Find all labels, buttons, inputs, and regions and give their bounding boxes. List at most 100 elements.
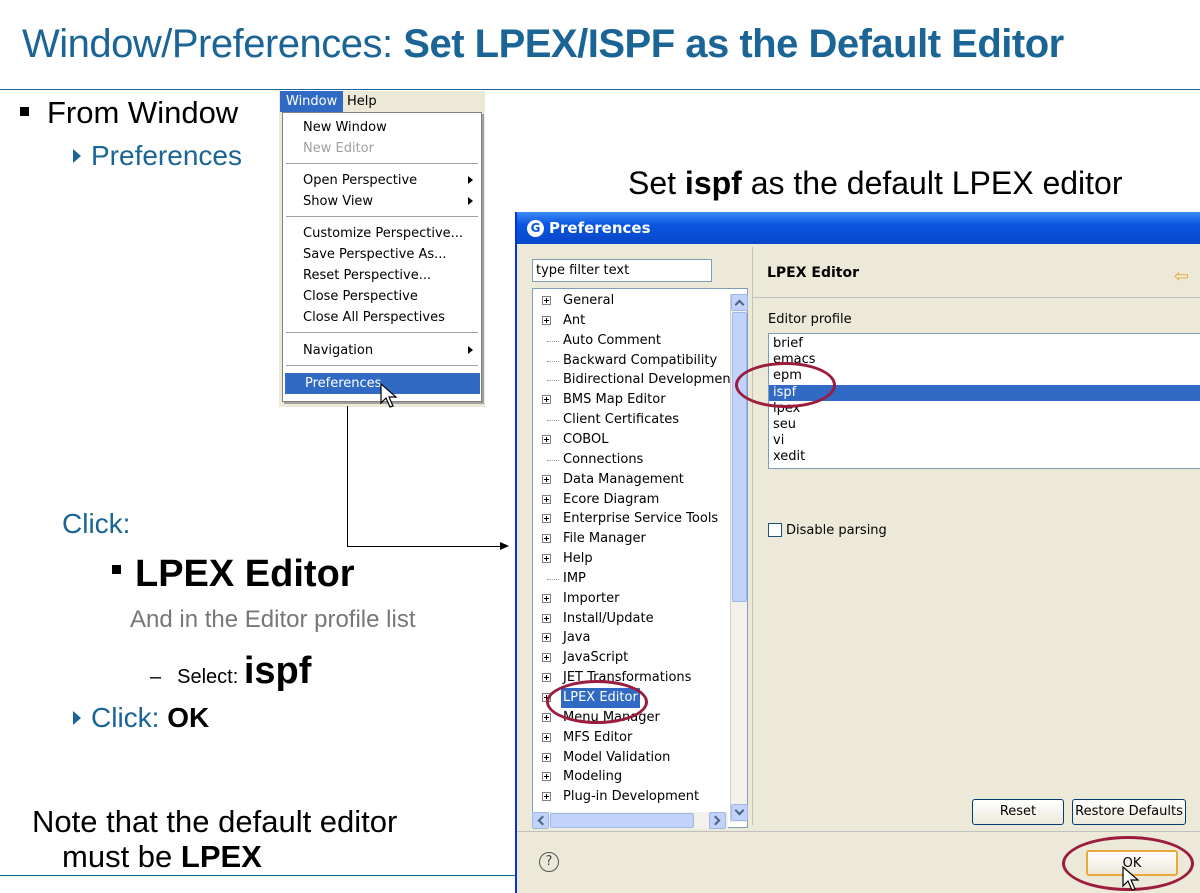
note-line-1: Note that the default editor <box>32 804 398 839</box>
scroll-thumb-horizontal[interactable] <box>550 813 694 828</box>
tree-item-label: IMP <box>563 570 586 586</box>
profile-item[interactable]: seu <box>769 417 1200 433</box>
checkbox-icon[interactable] <box>768 522 782 537</box>
profile-item[interactable]: brief <box>769 336 1200 352</box>
menu-item-open-perspective[interactable]: Open Perspective <box>283 170 481 191</box>
scroll-down-button[interactable] <box>731 804 748 821</box>
tree-item-label: BMS Map Editor <box>563 392 666 408</box>
chevron-left-icon <box>537 815 548 826</box>
expand-plus-icon[interactable] <box>542 395 551 405</box>
bullet-from-window-text: From Window <box>47 95 239 130</box>
expand-plus-icon[interactable] <box>542 514 551 524</box>
caption-prefix: Set <box>628 165 685 201</box>
profile-item[interactable]: emacs <box>769 352 1200 368</box>
menu-separator <box>286 365 478 367</box>
restore-defaults-button[interactable]: Restore Defaults <box>1072 799 1186 825</box>
menu-item-label: Navigation <box>303 343 374 358</box>
page-title: LPEX Editor <box>767 265 860 281</box>
expand-plus-icon[interactable] <box>542 296 551 305</box>
scroll-right-button[interactable] <box>709 812 726 829</box>
highlight-oval-ispf <box>735 362 836 408</box>
mouse-pointer-icon <box>1122 866 1140 891</box>
expand-plus-icon[interactable] <box>542 494 551 504</box>
preferences-tree: General Ant Auto Comment Backward Compatibi… <box>532 288 748 828</box>
tree-item-label: General <box>563 293 615 308</box>
expand-plus-icon[interactable] <box>542 712 551 722</box>
expand-plus-icon[interactable] <box>542 434 551 444</box>
expand-plus-icon[interactable] <box>542 534 551 544</box>
tree-connector <box>547 340 559 342</box>
connector-line-vertical <box>347 406 348 546</box>
disable-parsing-label: Disable parsing <box>786 523 887 538</box>
bullet-preferences: Preferences <box>73 140 242 172</box>
tree-item-label: Data Management <box>563 471 684 487</box>
menu-item-close-all-perspectives[interactable]: Close All Perspectives <box>283 307 481 328</box>
select-ispf-line: – Select: ispf <box>150 650 311 693</box>
menu-item-new-editor: New Editor <box>303 141 374 156</box>
tree-item-label: File Manager <box>563 531 646 547</box>
profile-item[interactable]: vi <box>769 433 1200 449</box>
scroll-left-button[interactable] <box>532 812 549 829</box>
menu-item-save-perspective-as[interactable]: Save Perspective As... <box>283 244 481 265</box>
tree-item-label: MFS Editor <box>563 729 633 745</box>
highlight-oval-lpex-editor <box>546 680 648 724</box>
note-line-2-bold: LPEX <box>180 839 262 874</box>
preference-page: LPEX Editor ⇦ Editor profile brief emacs e… <box>752 247 1200 825</box>
tree-connector <box>547 578 559 580</box>
expand-plus-icon[interactable] <box>542 792 551 802</box>
dash-bullet: – <box>150 666 162 688</box>
reset-button[interactable]: Reset <box>972 799 1064 825</box>
expand-plus-icon[interactable] <box>542 653 551 663</box>
menu-item-label: Show View <box>303 194 374 209</box>
expand-plus-icon[interactable] <box>542 732 551 742</box>
preferences-dialog: G Preferences type filter text General Ant… <box>515 212 1200 893</box>
menu-item-customize-perspective[interactable]: Customize Perspective... <box>283 223 481 244</box>
window-menu-screenshot: Window Help New Window New Editor Open P… <box>279 91 485 407</box>
slide-title-prefix: Window/Preferences: <box>22 22 404 66</box>
expand-plus-icon[interactable] <box>542 772 551 782</box>
button-bar-divider <box>517 831 1200 832</box>
slide-title-bold: Set LPEX/ISPF as the Default Editor <box>403 22 1064 66</box>
menu-item-close-perspective[interactable]: Close Perspective <box>283 286 481 307</box>
menu-item-show-view[interactable]: Show View <box>283 191 481 212</box>
help-icon[interactable]: ? <box>539 852 559 872</box>
filter-input[interactable]: type filter text <box>532 259 712 282</box>
note-line-2: must be LPEX <box>62 839 262 875</box>
triangle-bullet-icon <box>73 148 81 163</box>
dialog-title-bar[interactable]: G Preferences <box>517 212 1200 244</box>
tree-item-label: Bidirectional Development <box>563 372 736 388</box>
menubar-help[interactable]: Help <box>341 91 383 112</box>
click-ok-prefix: Click: <box>91 702 168 733</box>
window-menu-dropdown: New Window New Editor Open Perspective S… <box>282 112 482 402</box>
click-label: Click: <box>62 508 131 539</box>
back-arrow-icon[interactable]: ⇦ <box>1174 266 1189 287</box>
scroll-thumb[interactable] <box>732 312 747 602</box>
expand-plus-icon[interactable] <box>542 315 551 325</box>
expand-plus-icon[interactable] <box>542 593 551 603</box>
expand-plus-icon[interactable] <box>542 474 551 484</box>
expand-plus-icon[interactable] <box>542 554 551 564</box>
page-title-divider <box>753 297 1200 298</box>
note-line-2-prefix: must be <box>62 839 181 874</box>
tree-connector <box>547 360 559 362</box>
tree-item-label: Java <box>563 630 591 646</box>
menu-item-new-window[interactable]: New Window <box>283 117 481 138</box>
expand-plus-icon[interactable] <box>542 673 551 683</box>
disable-parsing-checkbox[interactable]: Disable parsing <box>768 522 887 538</box>
title-divider <box>0 89 1200 90</box>
select-value: ispf <box>243 650 312 692</box>
expand-plus-icon[interactable] <box>542 752 551 762</box>
profile-item[interactable]: lpex <box>769 401 1200 417</box>
menu-item-reset-perspective[interactable]: Reset Perspective... <box>283 265 481 286</box>
eclipse-app-icon: G <box>527 220 544 237</box>
scroll-up-button[interactable] <box>731 294 748 311</box>
tree-item-label: Importer <box>563 590 620 606</box>
menu-item-navigation[interactable]: Navigation <box>283 340 481 361</box>
expand-plus-icon[interactable] <box>542 633 551 643</box>
expand-plus-icon[interactable] <box>542 613 551 623</box>
profile-item[interactable]: xedit <box>769 449 1200 465</box>
chevron-right-icon <box>710 815 721 826</box>
tree-item-label: Connections <box>563 451 644 467</box>
menubar-window[interactable]: Window <box>280 91 344 112</box>
tree-horizontal-scrollbar[interactable] <box>532 812 728 829</box>
